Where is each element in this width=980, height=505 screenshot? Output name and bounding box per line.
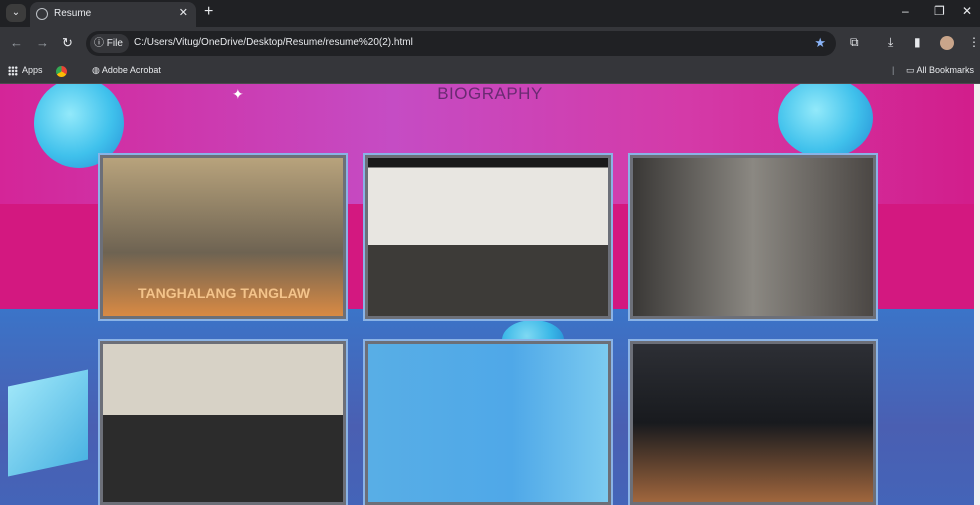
group-photo <box>368 158 608 316</box>
photo-card <box>363 153 613 321</box>
minimize-icon[interactable]: – <box>902 4 909 18</box>
tab-resume[interactable]: Resume ✕ <box>30 2 196 27</box>
restore-icon[interactable]: ❐ <box>934 4 945 18</box>
url-text[interactable]: C:/Users/Vitug/OneDrive/Desktop/Resume/r… <box>134 37 413 48</box>
file-label: File <box>106 38 123 49</box>
close-icon[interactable]: ✕ <box>179 6 188 19</box>
profile-avatar[interactable] <box>940 36 954 50</box>
decorative-cube <box>8 369 88 477</box>
forward-icon[interactable]: → <box>36 35 49 50</box>
apps-icon <box>8 65 18 76</box>
toolbar: ← → ↻ ⓘ File C:/Users/Vitug/OneDrive/Des… <box>0 27 980 60</box>
all-bookmarks[interactable]: ▭ All Bookmarks <box>906 65 974 76</box>
menu-icon[interactable]: ⋮ <box>968 35 980 49</box>
bookmarks-bar: Apps ◍ Adobe Acrobat | ▭ All Bookmarks <box>0 60 980 84</box>
tab-strip: ⌄ Resume ✕ + – ❐ ✕ <box>0 0 980 27</box>
bookmark-star-icon[interactable]: ★ <box>814 35 826 51</box>
photo-caption: TANGHALANG TANGLAW <box>138 285 311 301</box>
globe-icon <box>36 8 48 20</box>
tab-title: Resume <box>54 8 92 19</box>
site-info-chip[interactable]: ⓘ File <box>90 34 129 53</box>
tab-search-icon[interactable]: ⌄ <box>6 4 26 22</box>
bookmark-apps[interactable]: Apps <box>8 65 43 76</box>
group-photo <box>368 344 608 502</box>
chrome-icon[interactable] <box>56 66 67 77</box>
photo-card: TANGHALANG TANGLAW <box>98 153 348 321</box>
group-photo <box>633 344 873 502</box>
page-content: ✦ BIOGRAPHY TANGHALANG TANGLAW <box>0 84 980 505</box>
photo-card <box>363 339 613 505</box>
bookmark-adobe-acrobat[interactable]: ◍ Adobe Acrobat <box>92 65 161 76</box>
reload-icon[interactable]: ↻ <box>62 35 73 51</box>
photo-card <box>628 339 878 505</box>
back-icon[interactable]: ← <box>10 35 23 50</box>
bookmarks-divider: | <box>892 65 895 75</box>
address-bar[interactable]: ⓘ File C:/Users/Vitug/OneDrive/Desktop/R… <box>86 31 836 56</box>
close-window-icon[interactable]: ✕ <box>962 4 972 18</box>
photo-card <box>98 339 348 505</box>
extensions-icon[interactable]: ⧉ <box>850 35 859 50</box>
photo-card <box>628 153 878 321</box>
scrollbar[interactable] <box>974 84 980 505</box>
new-tab-icon[interactable]: + <box>204 3 213 21</box>
page-title: BIOGRAPHY <box>437 84 543 103</box>
group-photo <box>103 344 343 502</box>
sidebar-icon[interactable]: ▮ <box>914 35 921 49</box>
download-icon[interactable]: ⤓ <box>888 35 893 50</box>
group-photo <box>633 158 873 316</box>
